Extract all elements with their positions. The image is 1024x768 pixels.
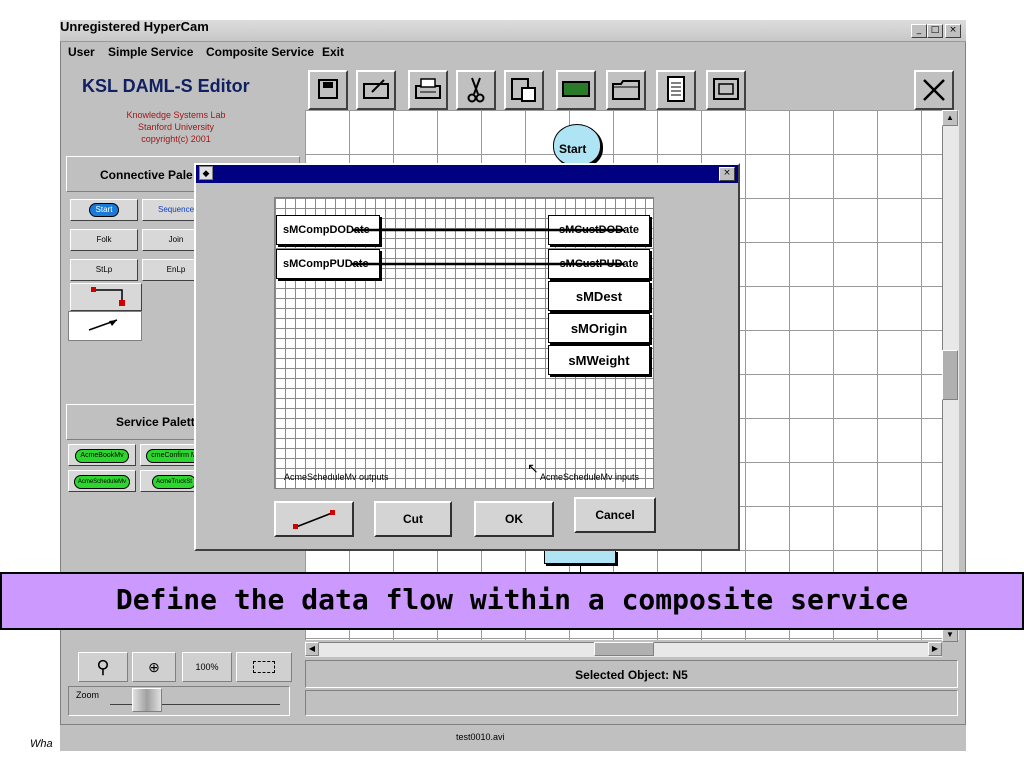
data-flow-links: [352, 228, 624, 266]
org-line-2: Stanford University: [137, 122, 215, 132]
document-icon: [667, 76, 685, 102]
scroll-up-button[interactable]: ▲: [942, 110, 958, 126]
footer-bar: [60, 724, 966, 751]
caption-text: Define the data flow within a composite …: [115, 583, 909, 616]
new-node-button[interactable]: [556, 70, 596, 110]
zoom-out-icon: ⚲: [96, 656, 110, 677]
minimize-button[interactable]: _: [911, 24, 927, 38]
scroll-left-button[interactable]: ◀: [305, 642, 319, 656]
document-button[interactable]: [656, 70, 696, 110]
scroll-down-button[interactable]: ▼: [942, 628, 958, 642]
maximize-button[interactable]: □: [927, 24, 943, 38]
service-acme-book-label: AcmeBookMv: [75, 449, 129, 463]
app-title: KSL DAML-S Editor: [82, 76, 250, 96]
org-line-1: Knowledge Systems Lab: [126, 110, 226, 120]
cut-link-button[interactable]: Cut: [374, 501, 452, 537]
zoom-out-button[interactable]: ⚲: [78, 652, 128, 682]
org-line-3: copyright(c) 2001: [141, 134, 211, 144]
elbow-connector-icon: [91, 287, 125, 306]
inputs-label: AcmeScheduleMv inputs: [540, 472, 640, 482]
close-x-icon: [923, 79, 945, 101]
paste-button[interactable]: [504, 70, 544, 110]
zoom-slider-panel: [68, 686, 290, 716]
menu-composite-service[interactable]: Composite Service: [206, 45, 314, 59]
dialog-title-bar[interactable]: [196, 165, 738, 183]
save-button[interactable]: [308, 70, 348, 110]
zoom-in-icon: ⊕: [148, 658, 160, 675]
printer-icon: [415, 78, 441, 99]
canvas-node-n5[interactable]: [544, 550, 616, 564]
close-editor-button[interactable]: [914, 70, 954, 110]
dialog-app-icon: ◆: [199, 166, 213, 180]
elbow-connector-button[interactable]: [70, 283, 142, 311]
menu-bar: [61, 42, 965, 62]
frame-icon: [713, 78, 739, 100]
org-info: Knowledge Systems Lab Stanford Universit…: [62, 109, 290, 145]
start-node-label: Start: [559, 142, 587, 156]
mouse-cursor-icon: ↖: [527, 460, 539, 476]
edit-button[interactable]: [356, 70, 396, 110]
zoom-in-button[interactable]: ⊕: [132, 652, 176, 682]
zoom-slider-thumb[interactable]: [132, 688, 162, 712]
cut-button[interactable]: [456, 70, 496, 110]
scroll-right-button[interactable]: ▶: [928, 642, 942, 656]
service-acme-truck-label: AcmeTruckSt: [152, 475, 196, 489]
fit-window-icon: [253, 661, 275, 673]
open-button[interactable]: [606, 70, 646, 110]
save-icon: [318, 79, 338, 99]
outputs-label: AcmeScheduleMv outputs: [284, 472, 389, 482]
rectangle-icon: [562, 81, 590, 97]
connective-palette-title: Connective Pale: [100, 168, 193, 182]
cancel-button[interactable]: Cancel: [574, 497, 656, 533]
scissors-icon: [467, 77, 485, 103]
print-button[interactable]: [408, 70, 448, 110]
service-acme-book[interactable]: AcmeBookMv: [68, 444, 136, 466]
zoom-label: Zoom: [76, 690, 100, 700]
folk-connective-button[interactable]: Folk: [70, 229, 138, 251]
menu-user[interactable]: User: [68, 45, 95, 59]
start-loop-button[interactable]: StLp: [70, 259, 138, 281]
frame-button[interactable]: [706, 70, 746, 110]
menu-simple-service[interactable]: Simple Service: [108, 45, 193, 59]
close-window-button[interactable]: ×: [945, 24, 961, 38]
ok-button[interactable]: OK: [474, 501, 554, 537]
link-tool-icon: [293, 510, 335, 529]
video-filename: test0010.avi: [456, 732, 505, 742]
service-acme-schedule-label: AcmeScheduleMv: [73, 475, 131, 489]
folder-icon: [612, 80, 640, 100]
zoom-100-button[interactable]: 100%: [182, 652, 232, 682]
edit-icon: [363, 79, 389, 99]
window-title: Unregistered HyperCam: [60, 19, 209, 34]
paste-icon: [511, 78, 536, 102]
start-connective-button[interactable]: Start: [70, 199, 138, 221]
arrow-connector-button[interactable]: [68, 311, 142, 341]
link-tool-button[interactable]: [274, 501, 354, 537]
menu-exit[interactable]: Exit: [322, 45, 344, 59]
fit-to-window-button[interactable]: [236, 652, 292, 682]
service-palette-title: Service Palett: [116, 415, 195, 429]
dialog-close-button[interactable]: ×: [719, 167, 735, 181]
arrow-connector-icon: [88, 319, 118, 331]
footer-left-text: Wha: [30, 738, 53, 750]
secondary-status-bar: [305, 690, 958, 716]
horizontal-scroll-thumb[interactable]: [594, 642, 654, 656]
service-acme-schedule[interactable]: AcmeScheduleMv: [68, 470, 136, 492]
selected-object-status: Selected Object: N5: [575, 668, 688, 682]
start-connective-label: Start: [88, 203, 120, 217]
vertical-scroll-thumb[interactable]: [942, 350, 958, 400]
